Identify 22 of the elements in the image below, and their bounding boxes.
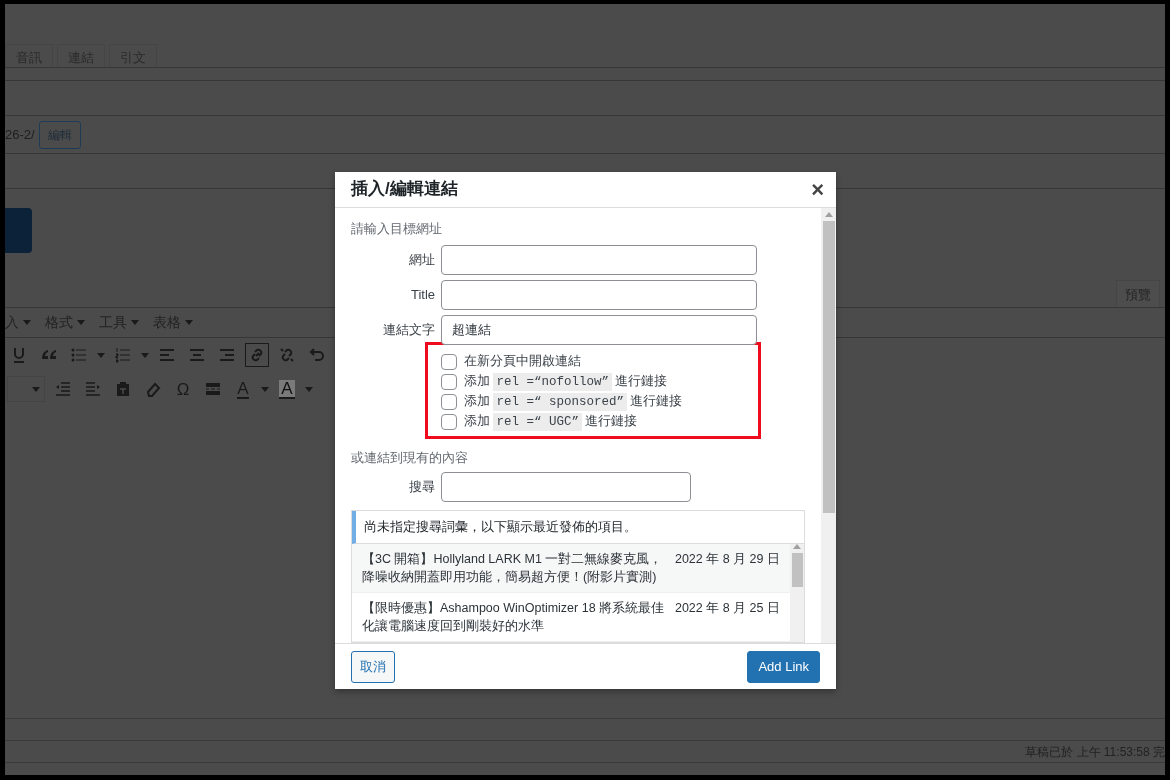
close-button[interactable]: ×: [809, 178, 826, 201]
result-item[interactable]: 【3C 開箱】Hollyland LARK M1 一對二無線麥克風，降噪收納開蓋即用功能，簡易超方便！(附影片實測) 2022 年 8 月 29 日: [352, 544, 790, 594]
result-title: 【限時優惠】Ashampoo WinOptimizer 18 將系統最佳化讓電腦速度回到剛裝好的水準: [362, 600, 666, 636]
field-label: 網址: [408, 251, 435, 269]
field-label: 連結文字: [382, 321, 435, 339]
background-color-icon[interactable]: A: [279, 379, 295, 399]
field-label: 搜尋: [408, 477, 435, 496]
cancel-button[interactable]: 取消: [351, 651, 395, 683]
add-link-button[interactable]: Add Link: [747, 651, 820, 683]
field-label: Title: [409, 286, 435, 304]
input-field[interactable]: 超連結: [441, 314, 757, 345]
dialog-title: 插入/編輯連結: [351, 179, 458, 200]
result-title: 【3C 開箱】Hollyland LARK M1 一對二無線麥克風，降噪收納開蓋即用功能，簡易超方便！(附影片實測): [362, 551, 664, 587]
checkbox-label: 在新分頁中開啟連結: [464, 353, 581, 371]
section-label: 請輸入目標網址: [351, 221, 443, 238]
result-date: 2022 年 8 月 25 日: [674, 600, 780, 618]
checkbox-label: 添加 rel =“nofollow” 進行鏈接: [464, 371, 668, 392]
result-date: 2022 年 8 月 29 日: [674, 551, 780, 569]
checkbox-label: 添加 rel =“ UGC” 進行鏈接: [464, 411, 638, 432]
checkbox-label: 添加 rel =“ sponsored” 進行鏈接: [464, 391, 683, 412]
section-label: 或連結到現有的內容: [351, 449, 469, 467]
result-item[interactable]: 【限時優惠】Ashampoo WinOptimizer 18 將系統最佳化讓電腦速度回到剛裝好的水準 2022 年 8 月 25 日: [352, 593, 790, 643]
